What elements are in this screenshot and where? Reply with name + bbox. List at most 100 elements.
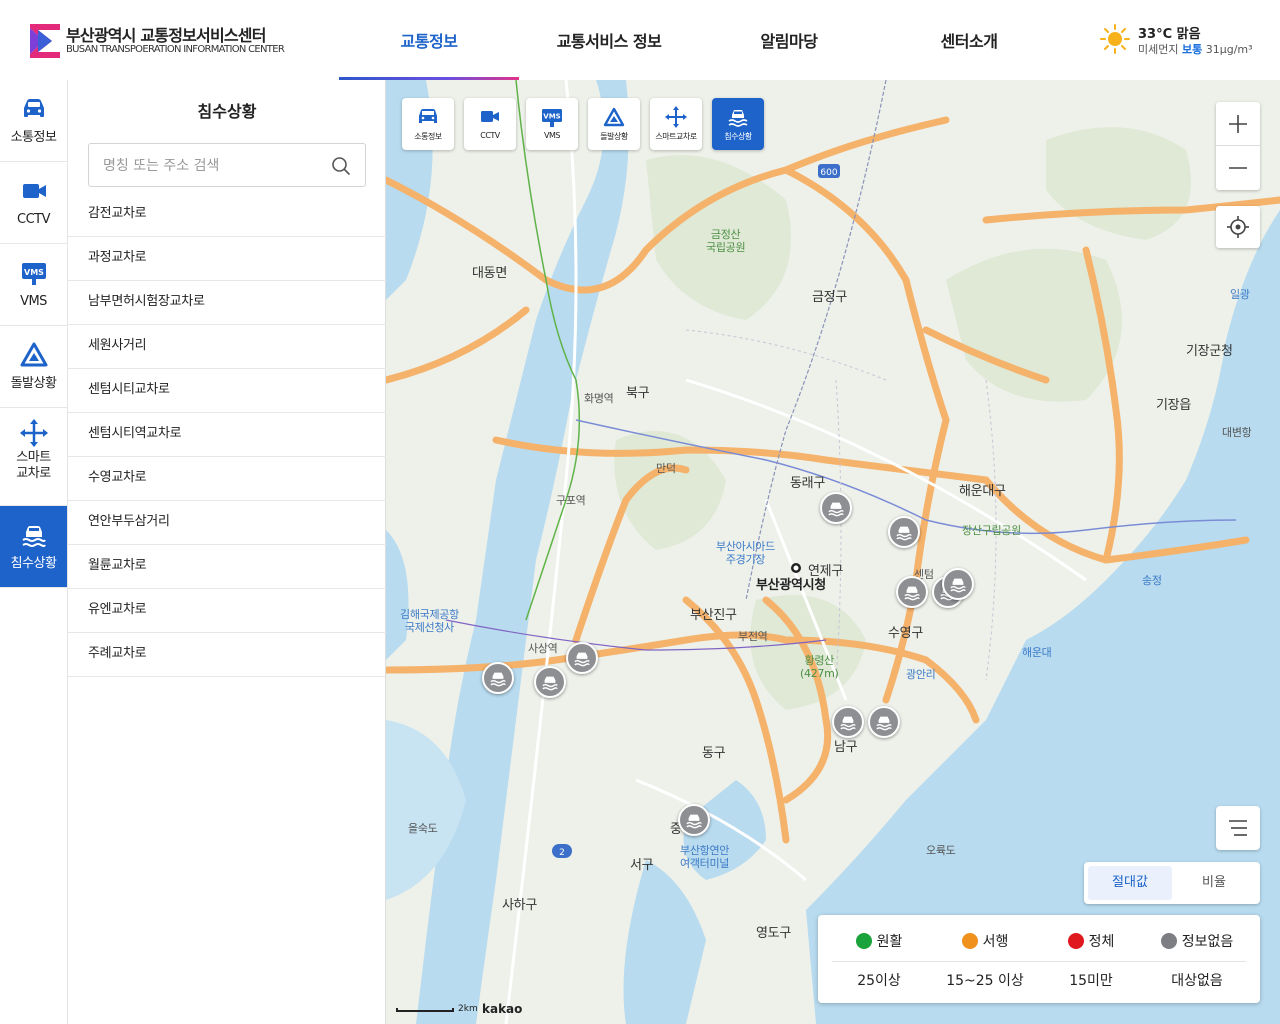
list-menu-button[interactable] <box>1216 806 1260 850</box>
flooded-car-icon <box>876 716 892 731</box>
flood-panel: 침수상황 감전교차로 과정교차로 남부면허시험장교차로 세원사거리 센텀시티교차… <box>68 80 386 1024</box>
legend-head: 정체 <box>1038 931 1144 953</box>
list-item[interactable]: 수영교차로 <box>68 457 386 501</box>
locate-button[interactable] <box>1216 206 1260 248</box>
flood-marker[interactable] <box>482 662 514 694</box>
logo-title-kr: 부산광역시 교통정보서비스센터 <box>66 26 266 45</box>
map-label-daebyeon: 대변항 <box>1222 426 1252 439</box>
flooded-car-icon <box>542 676 558 691</box>
map-label-hwamyeong: 화명역 <box>584 392 614 405</box>
map-label-gupo: 구포역 <box>556 494 586 507</box>
nav-notice[interactable]: 알림마당 <box>699 28 879 52</box>
map-tool-label: 돌발상황 <box>600 132 628 141</box>
list-item[interactable]: 연안부두삼거리 <box>68 501 386 545</box>
zoom-out-button[interactable] <box>1216 146 1260 190</box>
list-item[interactable]: 과정교차로 <box>68 237 386 281</box>
rail-item-cctv[interactable]: CCTV <box>0 162 67 244</box>
map-tool-cctv[interactable]: CCTV <box>464 98 516 150</box>
intersection-list: 감전교차로 과정교차로 남부면허시험장교차로 세원사거리 센텀시티교차로 센텀시… <box>68 193 386 677</box>
flood-marker[interactable] <box>942 568 974 600</box>
site-logo[interactable]: 부산광역시 교통정보서비스센터 BUSAN TRANSPOERATION INF… <box>30 22 300 62</box>
svg-text:600: 600 <box>820 168 837 178</box>
svg-text:2: 2 <box>559 848 565 858</box>
legend-name: 원활 <box>876 934 903 950</box>
rail-label: CCTV <box>17 212 51 227</box>
search-input[interactable] <box>103 154 323 178</box>
map-label-daedong: 대동면 <box>472 266 507 281</box>
map-label-gwangalli: 광안리 <box>906 668 936 681</box>
map-label-saha: 사하구 <box>502 898 537 913</box>
map-label-oryukdo: 오륙도 <box>926 844 956 857</box>
map-label-ilgwang: 일광 <box>1230 288 1250 301</box>
search-icon[interactable] <box>331 156 351 176</box>
rail-item-vms[interactable]: VMS VMS <box>0 244 67 326</box>
flood-marker[interactable] <box>678 804 710 836</box>
rail-label-line1: 스마트 <box>16 450 51 465</box>
fine-dust-status: 보통 <box>1181 43 1203 56</box>
legend-value: 15~25 이상 <box>946 973 1024 989</box>
flood-marker[interactable] <box>888 516 920 548</box>
legend-value: 15미만 <box>1069 973 1113 989</box>
weather-temp: 33°C 맑음 <box>1138 27 1201 42</box>
traffic-legend: 원활 25이상 서행 15~25 이상 정체 15미만 정보없음 대상없음 <box>818 915 1260 1003</box>
map-tool-label: 스마트교차로 <box>655 132 697 141</box>
zoom-in-button[interactable] <box>1216 102 1260 146</box>
flood-marker[interactable] <box>832 706 864 738</box>
list-item[interactable]: 세원사거리 <box>68 325 386 369</box>
video-camera-icon <box>481 111 499 122</box>
legend-value: 25이상 <box>857 973 901 989</box>
flood-marker[interactable] <box>896 576 928 608</box>
map-view[interactable]: 600 2 부산광역시청 연제구 동래구 해운대구 금정구 북구 부산진구 수영… <box>386 80 1280 1024</box>
fine-dust-label: 미세먼지 <box>1138 43 1179 56</box>
legend-item-slow: 서행 15~25 이상 <box>932 915 1038 1003</box>
map-label-haeundae: 해운대구 <box>959 484 1006 499</box>
flood-marker[interactable] <box>868 706 900 738</box>
rail-item-smart-intersection[interactable]: 스마트 교차로 <box>0 408 67 506</box>
map-tool-label: VMS <box>544 131 560 140</box>
nav-traffic-service[interactable]: 교통서비스 정보 <box>519 28 699 52</box>
flooded-car-icon <box>22 526 46 547</box>
mode-absolute-button[interactable]: 절대값 <box>1088 866 1172 900</box>
category-rail: 소통정보 CCTV VMS VMS 돌발상황 스마트 교차로 침수상황 <box>0 80 68 1024</box>
map-label-geumjeongsan: 금정산 국립공원 <box>706 228 746 254</box>
list-item[interactable]: 센텀시티교차로 <box>68 369 386 413</box>
list-item[interactable]: 감전교차로 <box>68 193 386 237</box>
map-tool-smart-intersection[interactable]: 스마트교차로 <box>650 98 702 150</box>
video-camera-icon <box>23 184 46 198</box>
rail-item-traffic[interactable]: 소통정보 <box>0 80 67 162</box>
list-item[interactable]: 월륜교차로 <box>68 545 386 589</box>
busan-logo-icon <box>30 24 60 58</box>
rail-item-incident[interactable]: 돌발상황 <box>0 326 67 408</box>
map-label-nam: 남구 <box>834 740 858 755</box>
list-item[interactable]: 유엔교차로 <box>68 589 386 633</box>
legend-value: 대상없음 <box>1171 973 1223 989</box>
scale-text: 2km <box>458 1004 478 1014</box>
map-label-asiad: 부산아시아드 주경기장 <box>716 540 775 566</box>
list-item[interactable]: 센텀시티역교차로 <box>68 413 386 457</box>
nav-about[interactable]: 센터소개 <box>879 28 1059 52</box>
map-attribution[interactable]: kakao <box>482 1002 522 1016</box>
panel-title: 침수상황 <box>197 102 257 121</box>
nav-traffic-info[interactable]: 교통정보 <box>339 28 519 52</box>
map-tool-flood[interactable]: 침수상황 <box>712 98 764 150</box>
list-item[interactable]: 주례교차로 <box>68 633 386 677</box>
map-tool-traffic[interactable]: 소통정보 <box>402 98 454 150</box>
zoom-control <box>1216 102 1260 190</box>
legend-name: 서행 <box>982 934 1009 950</box>
map-label-dongnae: 동래구 <box>790 476 825 491</box>
flooded-car-icon <box>490 672 506 687</box>
map-label-busanjin: 부산진구 <box>690 608 737 623</box>
list-item[interactable]: 남부면허시험장교차로 <box>68 281 386 325</box>
legend-dot <box>1160 933 1177 949</box>
search-box <box>88 143 366 187</box>
map-label-buk: 북구 <box>626 386 650 401</box>
flood-marker[interactable] <box>820 492 852 524</box>
map-tool-incident[interactable]: 돌발상황 <box>588 98 640 150</box>
plus-icon <box>1229 115 1247 133</box>
map-label-seo: 서구 <box>630 858 654 873</box>
mode-ratio-button[interactable]: 비율 <box>1172 866 1256 900</box>
rail-item-flood[interactable]: 침수상황 <box>0 506 67 588</box>
flood-marker[interactable] <box>566 642 598 674</box>
flood-marker[interactable] <box>534 666 566 698</box>
map-tool-vms[interactable]: VMS VMS <box>526 98 578 150</box>
